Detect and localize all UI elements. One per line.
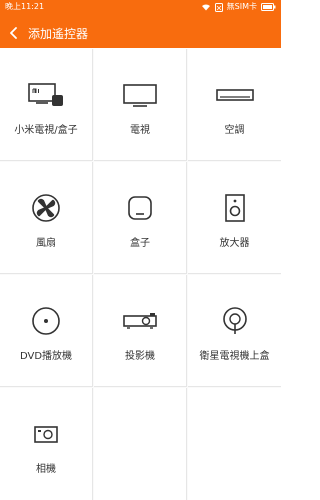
status-time: 晚上11:21 bbox=[5, 2, 45, 11]
speaker-icon bbox=[215, 192, 255, 224]
device-label: 風扇 bbox=[36, 238, 56, 249]
app-header: 晚上11:21 無SIM卡 添加遙控器 bbox=[0, 0, 281, 48]
device-label: 相機 bbox=[36, 464, 56, 475]
battery-icon bbox=[261, 3, 276, 11]
device-projector[interactable]: 投影機 bbox=[94, 275, 187, 387]
device-label: DVD播放機 bbox=[19, 351, 73, 362]
device-mi-tv-box[interactable]: 小米電視/盒子 bbox=[0, 49, 93, 161]
device-camera[interactable]: 相機 bbox=[0, 388, 93, 500]
wifi-icon bbox=[201, 3, 211, 11]
fan-icon bbox=[26, 192, 66, 224]
device-tv[interactable]: 電視 bbox=[94, 49, 187, 161]
device-label: 盒子 bbox=[130, 238, 150, 249]
device-box[interactable]: 盒子 bbox=[94, 162, 187, 274]
back-button[interactable] bbox=[0, 20, 28, 46]
mi-tv-box-icon bbox=[26, 79, 66, 111]
chevron-left-icon bbox=[9, 24, 19, 43]
device-amplifier[interactable]: 放大器 bbox=[188, 162, 281, 274]
status-bar: 晚上11:21 無SIM卡 bbox=[0, 0, 281, 14]
tv-icon bbox=[120, 79, 160, 111]
device-label: 衛星電視機上盒 bbox=[199, 351, 270, 362]
device-label: 電視 bbox=[130, 125, 150, 136]
no-sim-icon bbox=[214, 2, 223, 12]
device-grid: 小米電視/盒子 電視 空調 風扇 盒子 放大器 DVD播放機 投影機 衛星電視機… bbox=[0, 49, 281, 500]
page-title: 添加遙控器 bbox=[28, 26, 89, 41]
device-label: 小米電視/盒子 bbox=[14, 125, 78, 136]
sim-status: 無SIM卡 bbox=[226, 2, 257, 11]
device-air-conditioner[interactable]: 空調 bbox=[188, 49, 281, 161]
device-label: 放大器 bbox=[219, 238, 250, 249]
title-bar: 添加遙控器 bbox=[0, 20, 281, 46]
empty-cell bbox=[94, 388, 187, 500]
empty-cell bbox=[188, 388, 281, 500]
device-satellite-box[interactable]: 衛星電視機上盒 bbox=[188, 275, 281, 387]
device-label: 投影機 bbox=[125, 351, 155, 362]
status-icons: 無SIM卡 bbox=[201, 0, 276, 14]
satellite-icon bbox=[215, 305, 255, 337]
device-dvd[interactable]: DVD播放機 bbox=[0, 275, 93, 387]
box-icon bbox=[120, 192, 160, 224]
device-label: 空調 bbox=[224, 125, 245, 136]
dvd-icon bbox=[26, 305, 66, 337]
device-fan[interactable]: 風扇 bbox=[0, 162, 93, 274]
projector-icon bbox=[120, 305, 160, 337]
camera-icon bbox=[26, 418, 66, 450]
air-conditioner-icon bbox=[215, 79, 255, 111]
